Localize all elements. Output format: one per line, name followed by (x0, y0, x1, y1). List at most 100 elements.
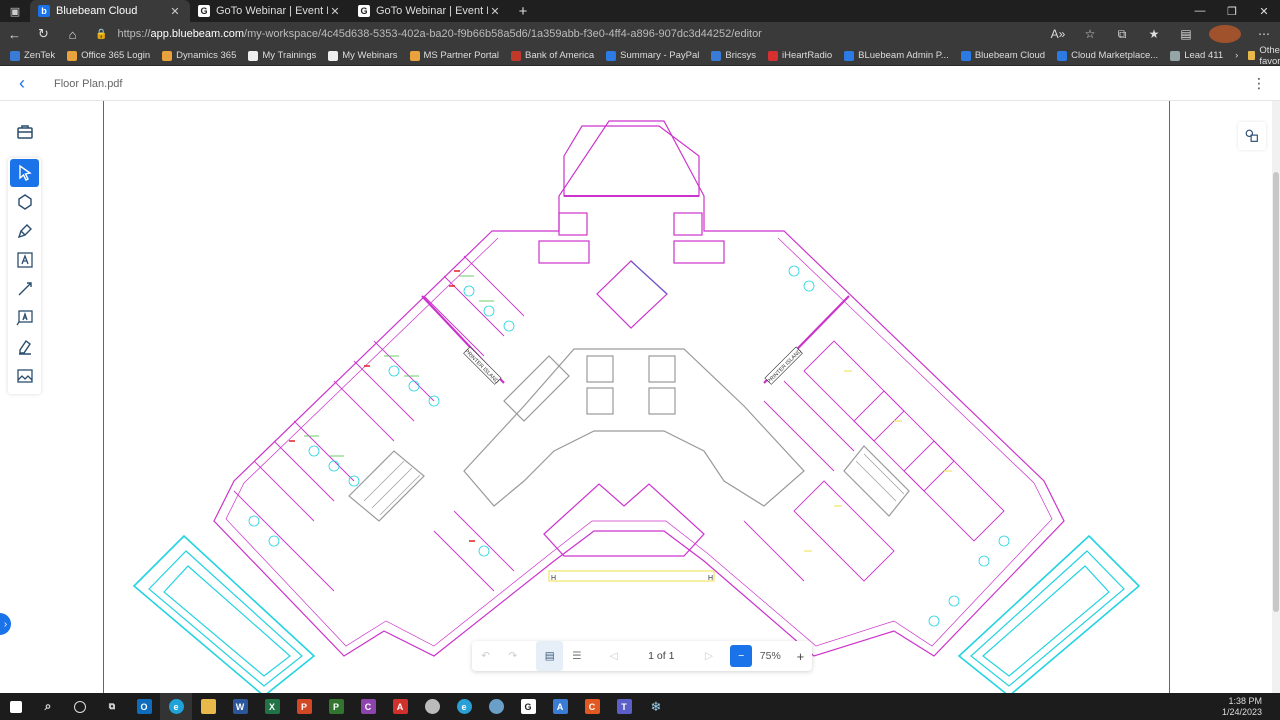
folder-icon (200, 699, 216, 714)
text-box-icon[interactable] (10, 246, 39, 274)
refresh-icon[interactable]: ↻ (29, 26, 58, 42)
close-window-icon[interactable]: ✕ (1248, 0, 1280, 22)
excel-app[interactable]: X (256, 693, 288, 720)
toolbox-icon[interactable] (10, 118, 39, 146)
bricscad-app[interactable]: A (544, 693, 576, 720)
chevron-right-icon[interactable]: › (1235, 50, 1238, 61)
page-indicator: 1 of 1 (648, 650, 675, 662)
undo-icon[interactable]: ↶ (472, 641, 499, 671)
bookmark-item[interactable]: My Webinars (328, 50, 398, 61)
tab-goto-webinar-2[interactable]: G GoTo Webinar | Event Details ✕ (350, 0, 510, 22)
select-pointer-icon[interactable] (10, 159, 39, 187)
bookmark-item[interactable]: ZenTek (10, 50, 55, 61)
tab-title: Bluebeam Cloud (56, 5, 138, 17)
more-options-icon[interactable]: ⋮ (1252, 75, 1266, 92)
tab-goto-webinar-1[interactable]: G GoTo Webinar | Event Details ✕ (190, 0, 350, 22)
add-favorite-icon[interactable]: ☆ (1074, 27, 1106, 41)
bookmark-icon (606, 50, 617, 61)
start-button[interactable] (0, 693, 32, 720)
goto-app[interactable]: G (512, 693, 544, 720)
printer-island-label-left: PRINTER ISLAND (463, 348, 499, 384)
line-icon[interactable] (10, 275, 39, 303)
edge-dev-app[interactable]: e (448, 693, 480, 720)
other-favorites[interactable]: Other favorites (1248, 45, 1280, 67)
bookmark-item[interactable]: BLuebeam Admin P... (844, 50, 949, 61)
back-icon[interactable]: ‹ (0, 73, 44, 94)
snowflake-app[interactable]: ❄ (640, 693, 672, 720)
cortana-button[interactable] (64, 693, 96, 720)
bookmark-label: Dynamics 365 (176, 50, 237, 61)
home-icon[interactable]: ⌂ (58, 27, 87, 42)
scrollbar-thumb[interactable] (1273, 172, 1279, 612)
bookmark-icon (248, 50, 259, 61)
task-view-icon: ⧉ (108, 701, 116, 711)
bookmark-icon (67, 50, 78, 61)
search-button[interactable]: ⌕ (32, 693, 64, 720)
outlook-app[interactable]: O (128, 693, 160, 720)
bookmark-item[interactable]: My Trainings (248, 50, 316, 61)
bookmark-item[interactable]: MS Partner Portal (409, 50, 499, 61)
cad-app[interactable]: C (352, 693, 384, 720)
zoom-out-button[interactable]: − (730, 645, 752, 667)
minimize-icon[interactable]: — (1184, 0, 1216, 22)
file-explorer-app[interactable] (192, 693, 224, 720)
network-app[interactable] (480, 693, 512, 720)
bookmark-item[interactable]: Dynamics 365 (162, 50, 236, 61)
app-orange[interactable]: C (576, 693, 608, 720)
bookmark-icon (10, 50, 20, 61)
word-app[interactable]: W (224, 693, 256, 720)
extensions-icon[interactable]: ⧉ (1106, 27, 1138, 42)
close-icon[interactable]: ✕ (328, 5, 342, 18)
task-view-button[interactable]: ⧉ (96, 693, 128, 720)
edge-app[interactable]: e (160, 693, 192, 720)
previous-page-icon[interactable]: ◁ (600, 641, 627, 671)
close-icon[interactable]: ✕ (488, 5, 502, 18)
bookmark-item[interactable]: Lead 411 (1170, 50, 1223, 61)
collections-icon[interactable]: ▤ (1170, 27, 1202, 41)
project-app[interactable]: P (320, 693, 352, 720)
search-icon: ⌕ (44, 699, 52, 713)
image-icon[interactable] (10, 362, 39, 390)
shapes-panel-icon[interactable] (1238, 122, 1266, 150)
favorites-icon[interactable]: ★ (1138, 27, 1170, 41)
url-field[interactable]: 🔒 https://app.bluebeam.com/my-workspace/… (87, 24, 1042, 44)
tab-actions-icon[interactable]: ▣ (0, 0, 30, 22)
shape-polygon-icon[interactable] (10, 188, 39, 216)
bluebeam-icon: b (38, 5, 50, 17)
printer-island-label-right: PRINTER ISLAND (766, 348, 802, 384)
system-clock[interactable]: 1:38 PM 1/24/2023 (1222, 696, 1262, 718)
zoom-in-button[interactable]: + (789, 649, 812, 664)
bookmark-item[interactable]: iHeartRadio (767, 50, 832, 61)
bookmark-item[interactable]: Bluebeam Cloud (960, 50, 1045, 61)
teams-app[interactable]: T (608, 693, 640, 720)
powerpoint-app[interactable]: P (288, 693, 320, 720)
bookmark-item[interactable]: Office 365 Login (67, 50, 150, 61)
redo-icon[interactable]: ↷ (499, 641, 526, 671)
new-tab-button[interactable]: + (510, 0, 536, 22)
highlighter-icon[interactable] (10, 333, 39, 361)
viewer-toolbar: ↶ ↷ ▤ ☰ ◁ 1 of 1 ▷ − 75% + (472, 641, 812, 671)
document-canvas[interactable]: PRINTER ISLAND PRINTER ISLAND H H (50, 101, 1272, 693)
bookmark-item[interactable]: Summary - PayPal (606, 50, 699, 61)
acrobat-app[interactable]: A (384, 693, 416, 720)
zoom-level[interactable]: 75% (752, 650, 789, 662)
close-icon[interactable]: ✕ (168, 5, 182, 18)
tab-title: GoTo Webinar | Event Details (216, 5, 328, 17)
read-aloud-icon[interactable]: A» (1042, 27, 1074, 41)
callout-icon[interactable] (10, 304, 39, 332)
continuous-view-icon[interactable]: ☰ (563, 641, 590, 671)
bookmark-item[interactable]: Bank of America (511, 50, 594, 61)
profile-avatar[interactable] (1209, 25, 1241, 43)
settings-menu-icon[interactable]: ⋯ (1248, 27, 1280, 41)
project-icon: P (328, 699, 344, 714)
pdf-page[interactable]: PRINTER ISLAND PRINTER ISLAND H H (103, 101, 1170, 693)
next-page-icon[interactable]: ▷ (695, 641, 722, 671)
bookmark-item[interactable]: Cloud Marketplace... (1057, 50, 1158, 61)
paint-app[interactable] (416, 693, 448, 720)
back-arrow-icon[interactable]: ← (0, 27, 29, 42)
single-page-view-icon[interactable]: ▤ (536, 641, 564, 671)
restore-icon[interactable]: ❐ (1216, 0, 1248, 22)
pen-icon[interactable] (10, 217, 39, 245)
bookmark-item[interactable]: Bricsys (711, 50, 756, 61)
tab-bluebeam-cloud[interactable]: b Bluebeam Cloud ✕ (30, 0, 190, 22)
